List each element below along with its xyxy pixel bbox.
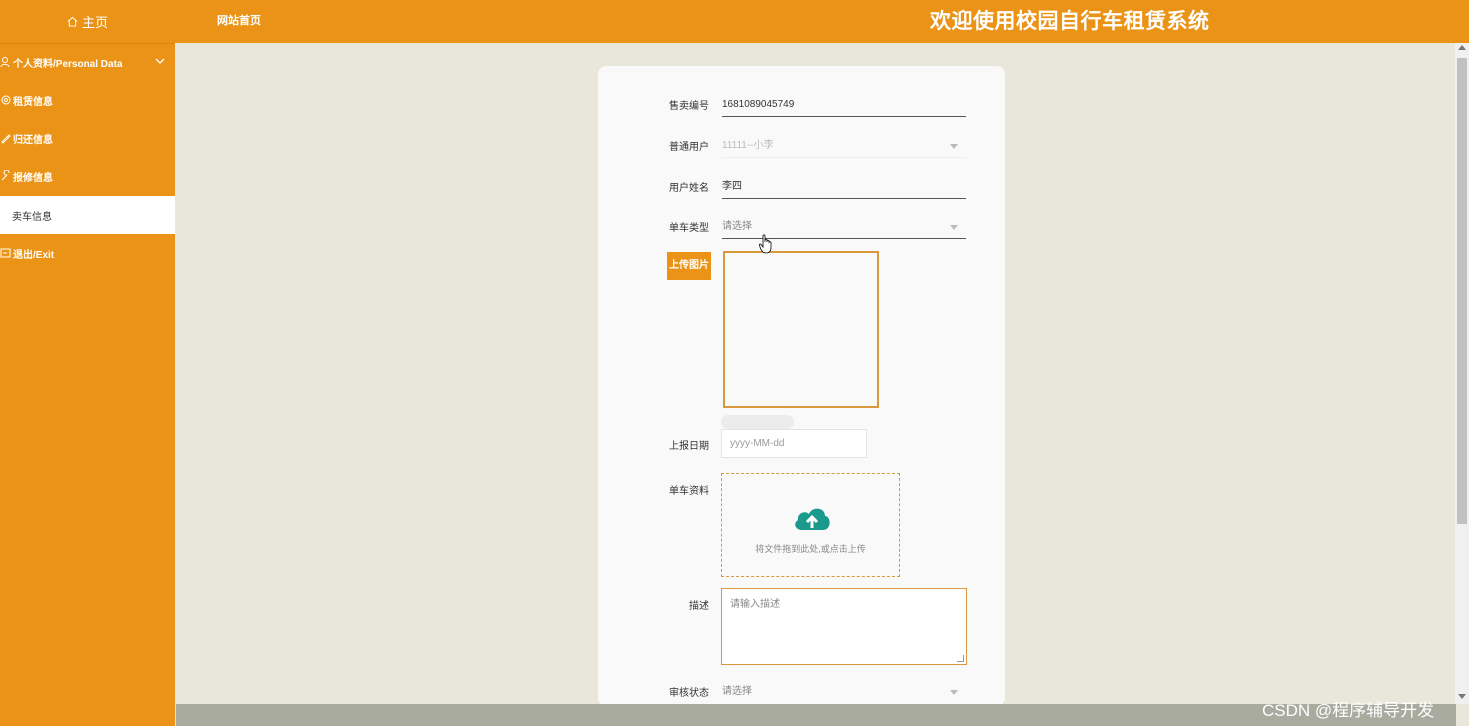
sidebar-item-repair[interactable]: 报修信息 [0, 157, 175, 195]
drop-zone-text: 将文件拖到此处,或点击上传 [755, 544, 866, 554]
sidebar-item-rental[interactable]: 租赁信息 [0, 81, 175, 119]
site-home-link[interactable]: 网站首页 [217, 0, 261, 43]
cloud-upload-icon [795, 508, 830, 530]
sidebar-item-label: 租赁信息 [13, 96, 53, 108]
chevron-down-icon [155, 58, 165, 64]
sidebar-item-label: 个人资料/Personal Data [13, 58, 123, 70]
image-progress [721, 415, 794, 429]
description-textarea[interactable]: 请输入描述 [721, 588, 967, 665]
user-name-input[interactable]: 李四 [722, 179, 966, 199]
caret-down-icon [950, 225, 958, 230]
bike-type-placeholder: 请选择 [722, 221, 752, 232]
description-placeholder: 请输入描述 [730, 599, 780, 610]
sidebar-item-personal-data[interactable]: 个人资料/Personal Data [0, 43, 175, 81]
user-select[interactable]: 11111--小李 [722, 138, 966, 158]
scrollbar-thumb[interactable] [1457, 58, 1467, 524]
audit-status-placeholder: 请选择 [722, 686, 752, 697]
wrench-icon [1, 170, 10, 181]
sidebar-item-label: 退出/Exit [13, 249, 55, 261]
report-date-input[interactable]: yyyy-MM-dd [721, 429, 867, 458]
sidebar-item-return[interactable]: 归还信息 [0, 119, 175, 157]
sidebar-item-label: 归还信息 [13, 134, 53, 146]
description-label: 描述 [689, 601, 709, 612]
image-preview [723, 251, 879, 408]
sidebar-item-label: 卖车信息 [12, 211, 52, 223]
sale-no-label: 售卖编号 [669, 101, 709, 112]
upload-image-button[interactable]: 上传图片 [667, 252, 711, 280]
welcome-title: 欢迎使用校园自行车租赁系统 [930, 10, 1210, 33]
report-date-label: 上报日期 [669, 441, 709, 452]
pen-icon [1, 134, 11, 144]
user-select-value: 11111--小李 [722, 140, 774, 151]
home-link[interactable]: 主页 [0, 0, 175, 43]
sidebar-item-label: 报修信息 [13, 172, 53, 184]
caret-down-icon [950, 690, 958, 695]
sidebar-item-sell[interactable]: 卖车信息 [0, 196, 175, 234]
home-icon [67, 16, 78, 27]
file-drop-zone[interactable]: 将文件拖到此处,或点击上传 [721, 473, 900, 577]
person-icon [0, 57, 10, 68]
scroll-up-arrow-icon[interactable] [1458, 45, 1466, 50]
home-label: 主页 [81, 15, 108, 30]
resize-handle[interactable] [957, 655, 964, 662]
scroll-down-arrow-icon[interactable] [1458, 694, 1466, 699]
sidebar-item-exit[interactable]: 退出/Exit [0, 234, 175, 272]
hand-cursor-icon [759, 234, 772, 254]
bike-type-label: 单车类型 [669, 223, 709, 234]
user-label: 普通用户 [669, 142, 709, 153]
bike-doc-label: 单车资料 [669, 486, 709, 497]
sidebar: 个人资料/Personal Data 租赁信息 归还信息 报修信息 卖车信息 退… [0, 43, 175, 726]
sale-no-input[interactable]: 1681089045749 [722, 97, 966, 117]
caret-down-icon [950, 144, 958, 149]
top-header: 主页 网站首页 欢迎使用校园自行车租赁系统 [0, 0, 1469, 43]
exit-icon [0, 248, 11, 258]
gear-icon [1, 95, 11, 105]
audit-status-select[interactable]: 请选择 [722, 684, 966, 704]
form-card: 售卖编号 1681089045749 普通用户 11111--小李 用户姓名 李… [598, 66, 1005, 706]
user-name-label: 用户姓名 [669, 183, 709, 194]
audit-status-label: 审核状态 [669, 688, 709, 699]
watermark: CSDN @程序辅导开发 [1262, 701, 1435, 720]
